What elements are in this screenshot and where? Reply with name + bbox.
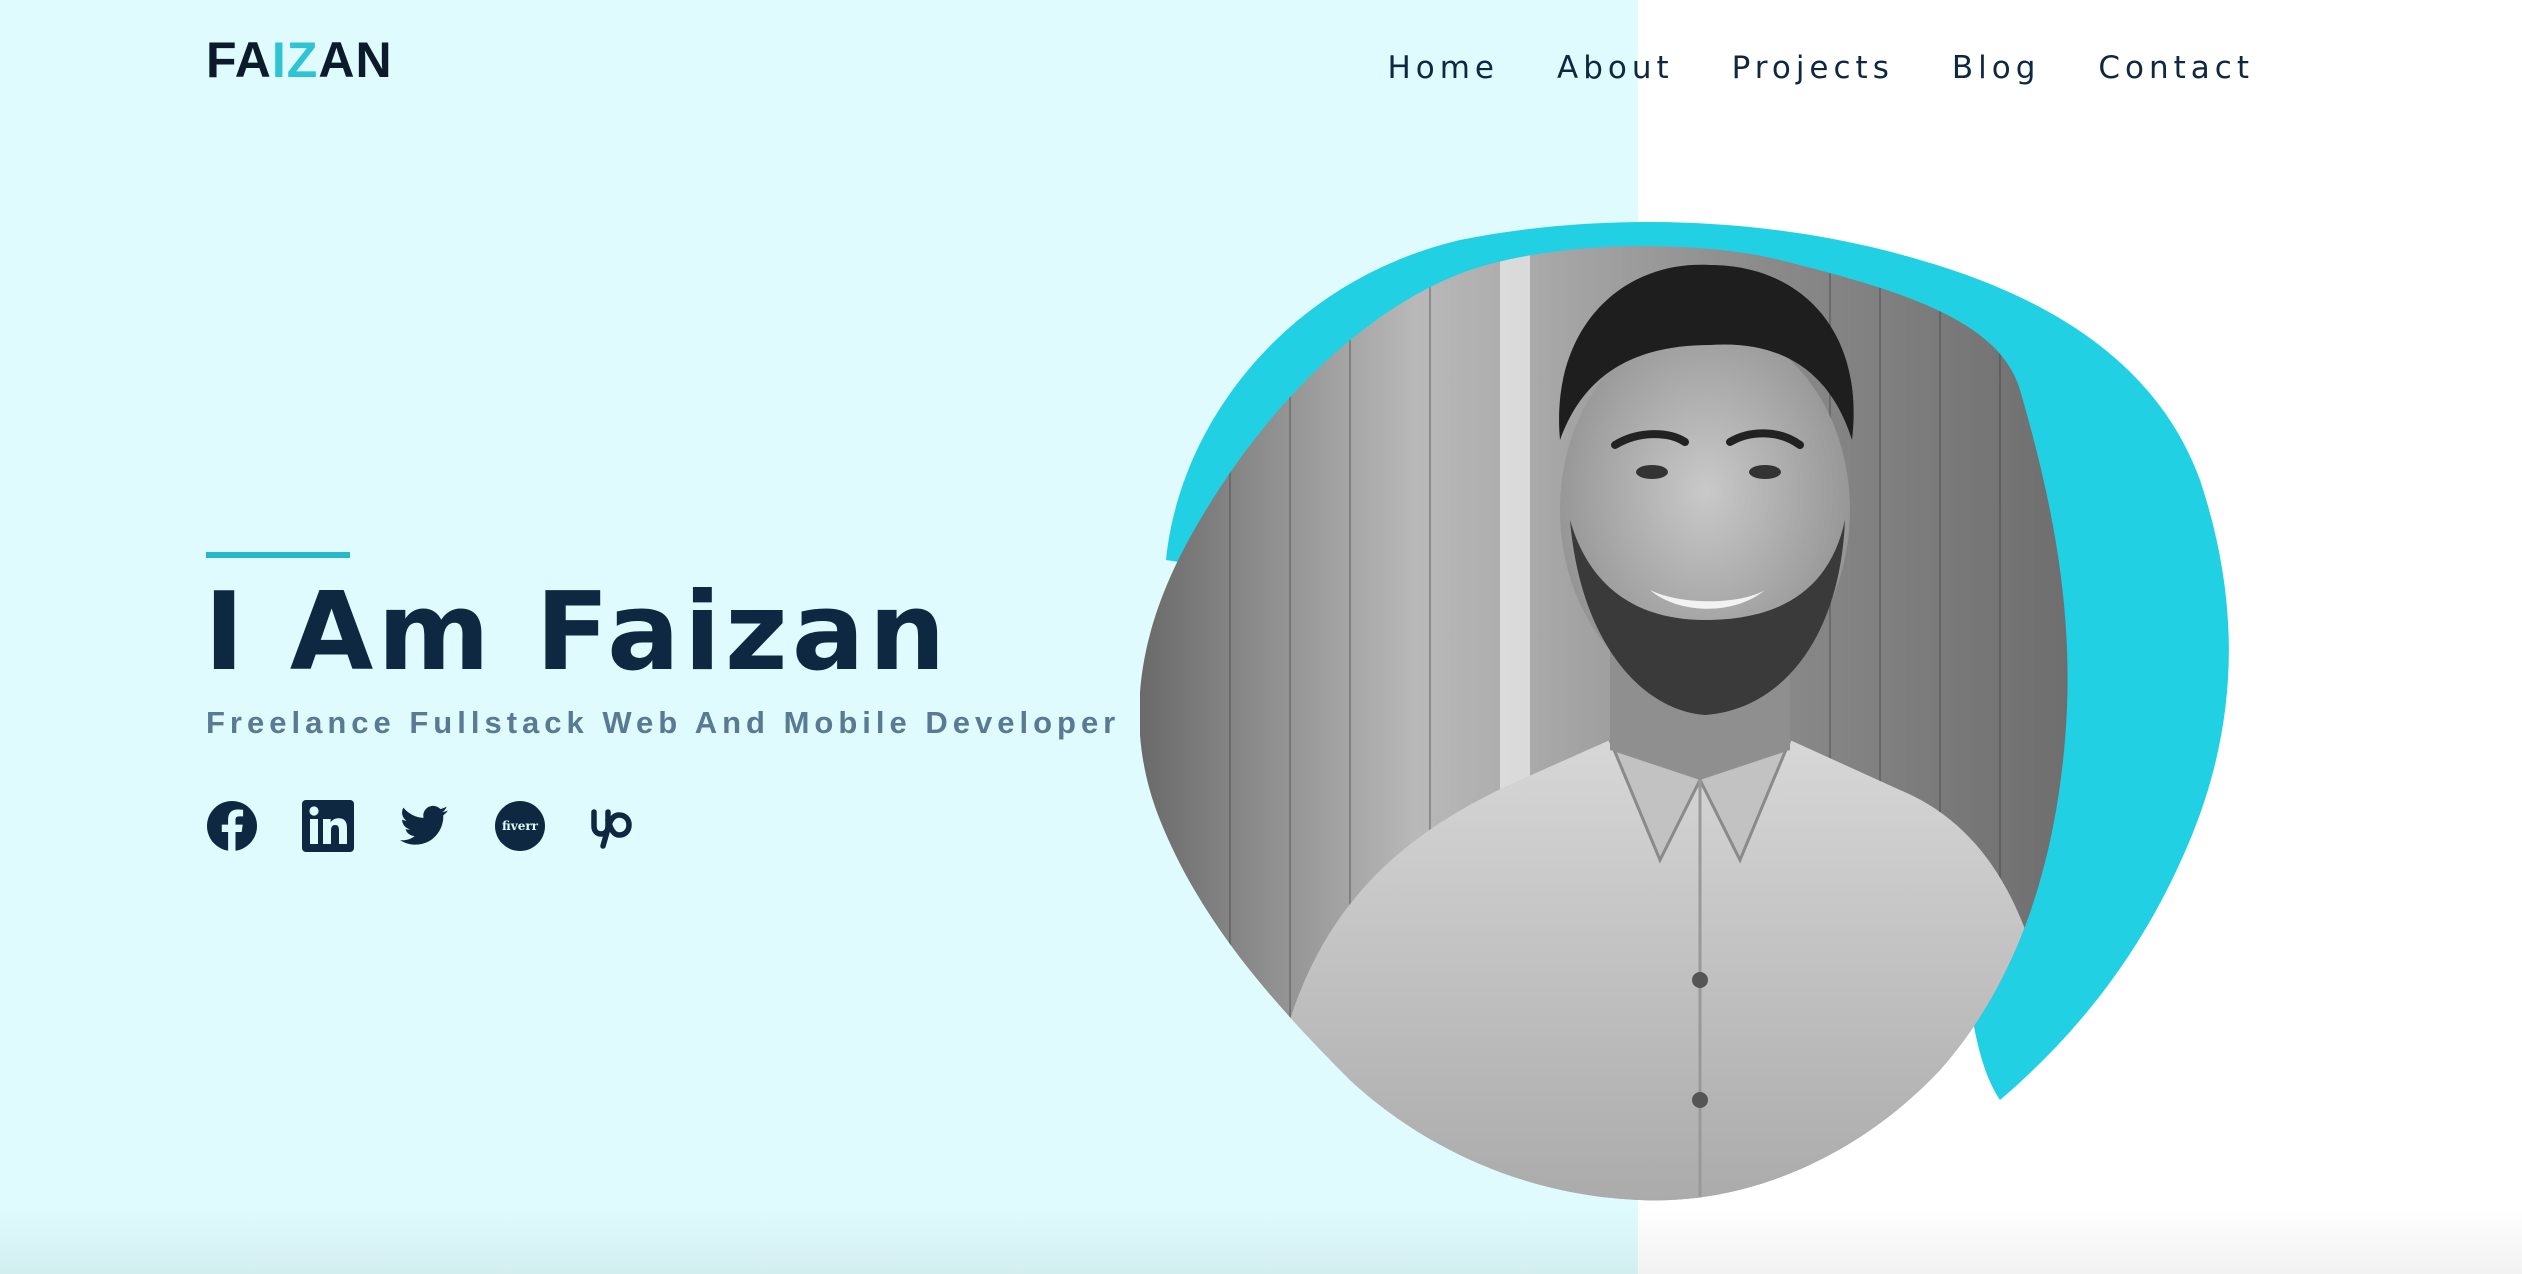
- facebook-icon[interactable]: [206, 800, 258, 852]
- profile-photo-illustration: [1140, 221, 2229, 1201]
- nav-home-link[interactable]: Home: [1387, 46, 1499, 90]
- nav-about-link[interactable]: About: [1557, 46, 1674, 90]
- nav-blog-link[interactable]: Blog: [1952, 46, 2041, 90]
- nav-contact-link[interactable]: Contact: [2098, 46, 2254, 90]
- logo-part-2-accent: IZ: [271, 32, 319, 88]
- upwork-icon[interactable]: [590, 800, 642, 852]
- twitter-icon[interactable]: [398, 800, 450, 852]
- brand-logo[interactable]: FAIZAN: [206, 30, 393, 90]
- social-links: fiverr: [206, 800, 642, 852]
- fiverr-icon[interactable]: fiverr: [494, 800, 546, 852]
- logo-part-1: FA: [206, 32, 272, 88]
- hero-subtitle: Freelance Fullstack Web And Mobile Devel…: [206, 705, 1121, 740]
- hero-accent-bar: [206, 552, 350, 558]
- profile-photo-blob: [1140, 220, 2250, 1210]
- nav-projects-link[interactable]: Projects: [1732, 46, 1894, 90]
- linkedin-icon[interactable]: [302, 800, 354, 852]
- hero-title: I Am Faizan: [204, 570, 950, 695]
- bottom-shadow: [0, 1204, 2522, 1274]
- main-navigation: Home About Projects Blog Contact: [1387, 46, 2254, 90]
- fiverr-icon-label: fiverr: [502, 819, 539, 833]
- logo-part-3: AN: [318, 32, 393, 88]
